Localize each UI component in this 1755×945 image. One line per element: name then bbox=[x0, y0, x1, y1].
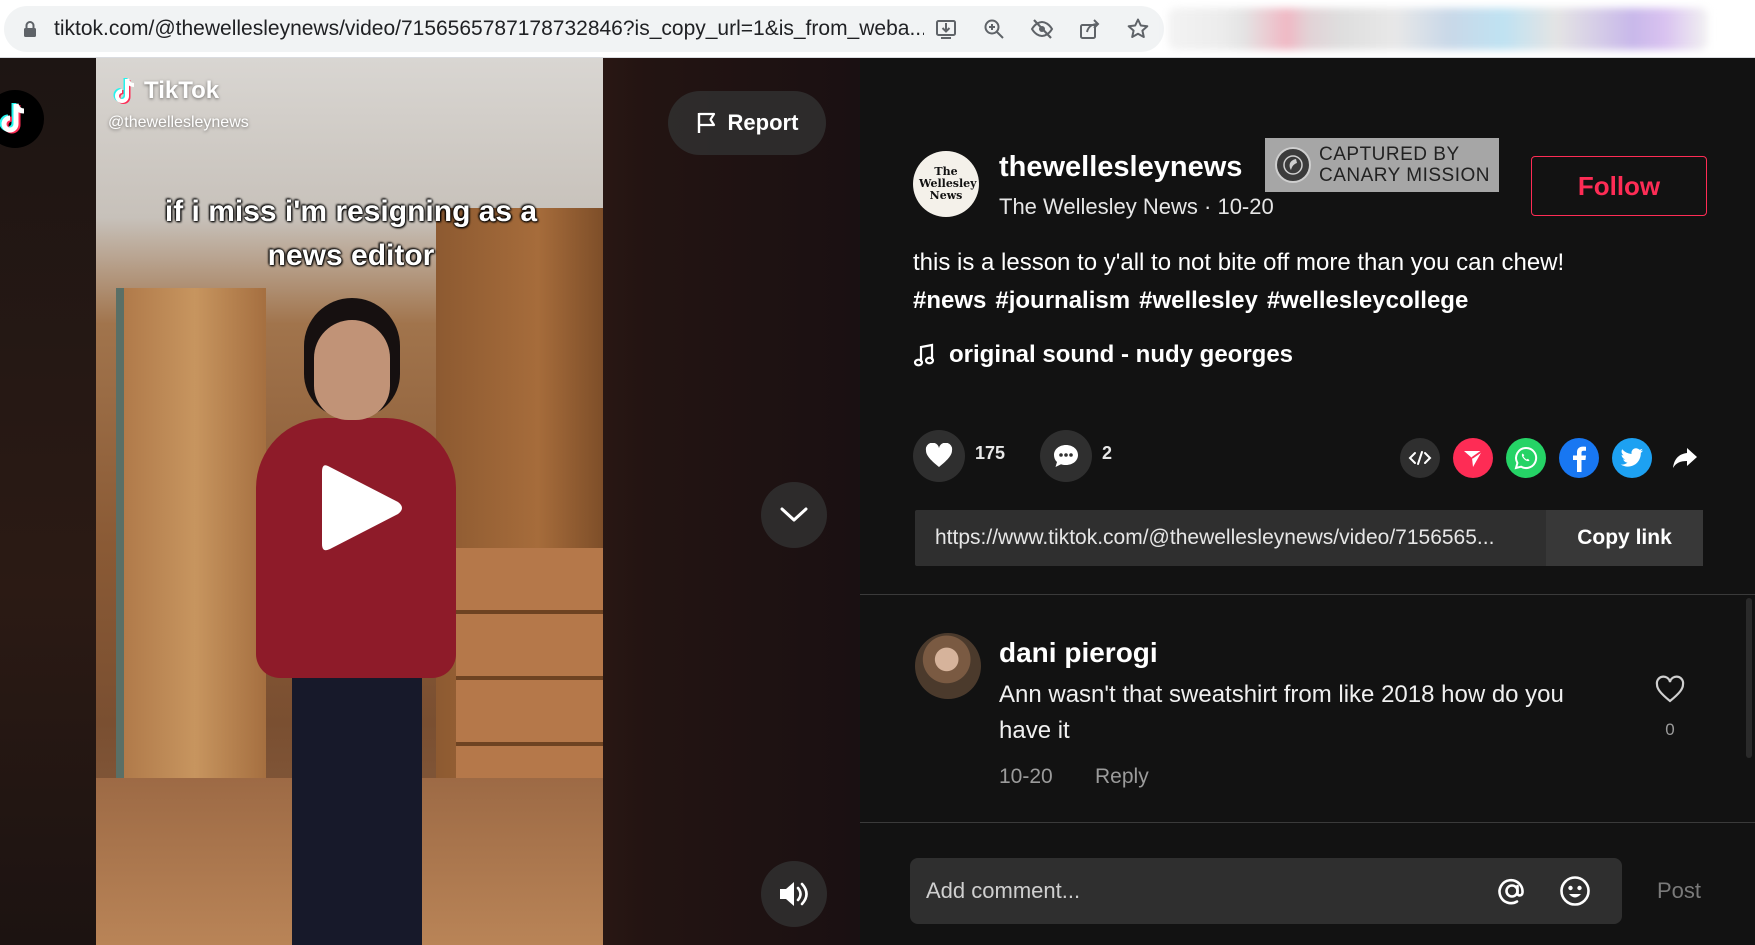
play-icon[interactable] bbox=[316, 458, 406, 558]
comments-scrollbar[interactable] bbox=[1746, 598, 1752, 758]
volume-button[interactable] bbox=[761, 861, 827, 927]
author-display-name: The Wellesley News bbox=[999, 194, 1198, 219]
reply-button[interactable]: Reply bbox=[1095, 765, 1149, 789]
post-comment-button[interactable]: Post bbox=[1657, 878, 1701, 904]
comment-icon bbox=[1054, 445, 1078, 467]
install-icon[interactable] bbox=[934, 17, 958, 41]
comment-like-count: 0 bbox=[1665, 720, 1675, 739]
tiktok-home-icon[interactable] bbox=[0, 90, 44, 148]
post-hashtags: #news #journalism #wellesley #wellesleyc… bbox=[913, 287, 1468, 315]
send-icon[interactable] bbox=[1453, 438, 1493, 478]
music-title: original sound - nudy georges bbox=[949, 341, 1294, 368]
capture-watermark-text: CAPTURED BY CANARY MISSION bbox=[1319, 144, 1491, 186]
comment-composer bbox=[910, 858, 1622, 924]
divider bbox=[860, 594, 1755, 595]
chevron-down-icon bbox=[780, 507, 808, 522]
report-button[interactable]: Report bbox=[668, 91, 826, 155]
address-bar[interactable]: tiktok.com/@thewellesleynews/video/71565… bbox=[4, 6, 1164, 52]
zoom-icon[interactable] bbox=[982, 17, 1006, 41]
author-avatar-logo: The Wellesley News bbox=[919, 165, 977, 202]
copy-link-button[interactable]: Copy link bbox=[1546, 510, 1703, 566]
heart-outline-icon[interactable] bbox=[1655, 675, 1685, 705]
video-handle: @thewellesleynews bbox=[108, 114, 249, 131]
divider bbox=[860, 822, 1755, 823]
volume-icon bbox=[780, 882, 808, 906]
twitter-icon[interactable] bbox=[1612, 438, 1652, 478]
follow-button[interactable]: Follow bbox=[1531, 156, 1707, 216]
next-video-button[interactable] bbox=[761, 482, 827, 548]
emoji-icon[interactable] bbox=[1558, 874, 1592, 908]
browser-toolbar: tiktok.com/@thewellesleynews/video/71565… bbox=[0, 0, 1755, 58]
embed-icon[interactable] bbox=[1400, 438, 1440, 478]
author-username[interactable]: thewellesleynews bbox=[999, 151, 1242, 184]
share-link-text[interactable]: https://www.tiktok.com/@thewellesleynews… bbox=[935, 510, 1535, 566]
author-subtitle: The Wellesley News · 10-20 bbox=[999, 194, 1274, 219]
extensions-area bbox=[1168, 8, 1708, 50]
hashtag-link[interactable]: #news bbox=[913, 287, 986, 315]
music-note-icon bbox=[913, 343, 935, 367]
comment-input[interactable] bbox=[926, 858, 1466, 924]
bookmark-star-icon[interactable] bbox=[1126, 17, 1150, 41]
tiktok-watermark: TikTok bbox=[112, 76, 219, 106]
video-frame[interactable]: TikTok @thewellesleynews if i miss i'm r… bbox=[96, 58, 603, 945]
heart-icon bbox=[925, 443, 953, 467]
url-text[interactable]: tiktok.com/@thewellesleynews/video/71565… bbox=[54, 6, 924, 52]
like-count: 175 bbox=[975, 443, 1006, 463]
comment-count: 2 bbox=[1102, 443, 1113, 463]
eye-off-icon[interactable] bbox=[1030, 17, 1054, 41]
tiktok-logo-text: TikTok bbox=[144, 77, 220, 104]
mention-icon[interactable] bbox=[1495, 874, 1529, 908]
commenter-name[interactable]: dani pierogi bbox=[999, 637, 1158, 669]
comment-text: Ann wasn't that sweatshirt from like 201… bbox=[999, 681, 1564, 744]
video-blur-backdrop bbox=[0, 58, 96, 945]
whatsapp-icon[interactable] bbox=[1506, 438, 1546, 478]
author-avatar[interactable]: The Wellesley News bbox=[913, 151, 979, 217]
hashtag-link[interactable]: #wellesleycollege bbox=[1267, 287, 1468, 315]
post-date: 10-20 bbox=[1217, 194, 1274, 219]
commenter-avatar[interactable] bbox=[915, 633, 981, 699]
report-label: Report bbox=[727, 110, 799, 135]
tiktok-logo-icon bbox=[113, 78, 135, 104]
video-detail-panel: The Wellesley News thewellesleynews The … bbox=[860, 58, 1755, 945]
comment-button[interactable] bbox=[1040, 430, 1092, 482]
video-caption: if i miss i'm resigning as a news editor bbox=[164, 195, 538, 272]
share-link-bar: https://www.tiktok.com/@thewellesleynews… bbox=[915, 510, 1703, 566]
video-scene-person bbox=[292, 658, 422, 945]
hashtag-link[interactable]: #wellesley bbox=[1139, 287, 1258, 315]
post-description: this is a lesson to y'all to not bite of… bbox=[913, 249, 1565, 276]
facebook-icon[interactable] bbox=[1559, 438, 1599, 478]
video-player-area: TikTok @thewellesleynews if i miss i'm r… bbox=[0, 58, 860, 945]
like-button[interactable] bbox=[913, 430, 965, 482]
comment-date: 10-20 bbox=[999, 765, 1053, 788]
share-arrow-icon[interactable] bbox=[1665, 438, 1705, 478]
lock-icon[interactable] bbox=[20, 19, 40, 39]
hashtag-link[interactable]: #journalism bbox=[995, 287, 1130, 315]
flag-icon bbox=[697, 112, 715, 133]
video-scene-person bbox=[314, 320, 390, 420]
canary-icon bbox=[1275, 147, 1311, 183]
music-link[interactable]: original sound - nudy georges bbox=[913, 341, 1293, 369]
share-page-icon[interactable] bbox=[1078, 17, 1102, 41]
capture-watermark: CAPTURED BY CANARY MISSION bbox=[1265, 138, 1499, 192]
